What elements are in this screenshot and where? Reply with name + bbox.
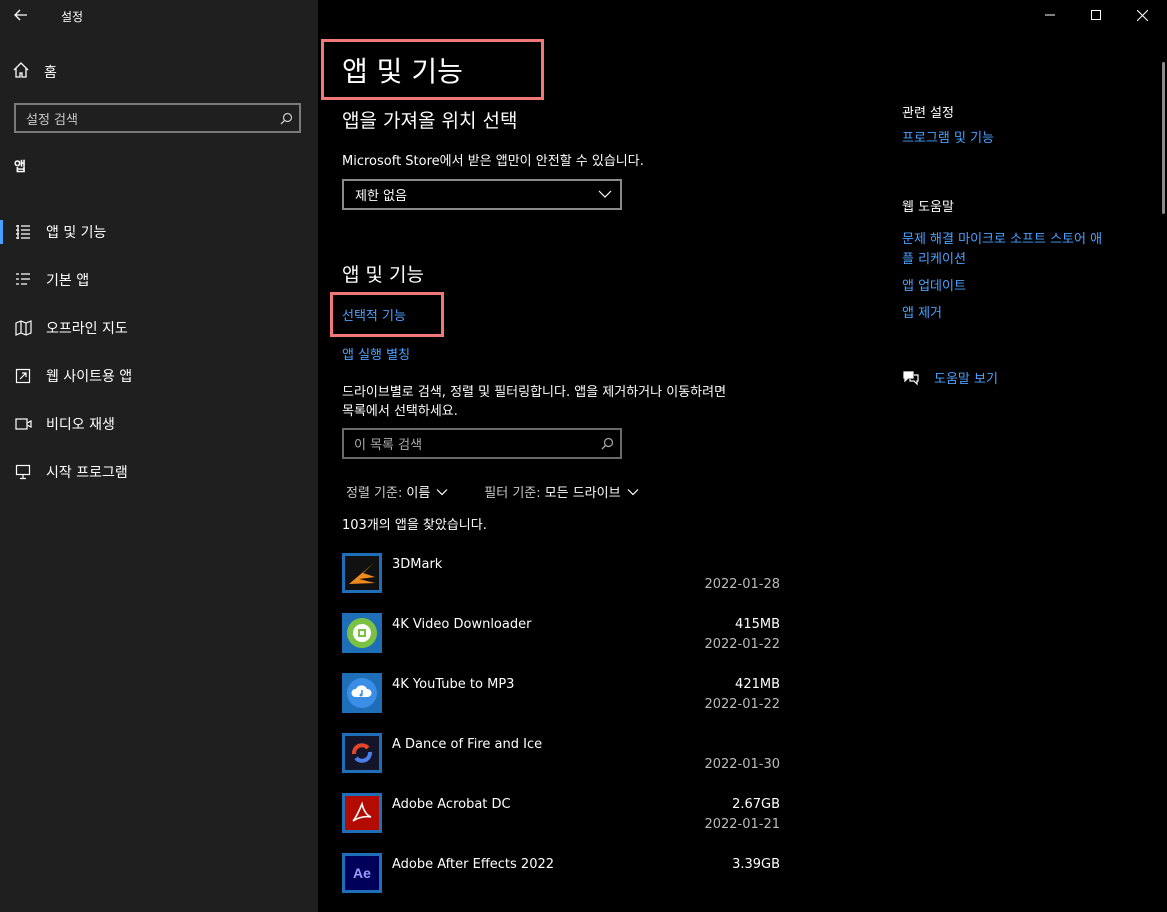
- app-date: 2022-01-28: [704, 577, 780, 592]
- web-help: 웹 도움말 문제 해결 마이크로 소프트 스토어 애 플 리케이션 앱 업데이트…: [902, 196, 1102, 324]
- sidebar-section-label: 앱: [14, 160, 26, 175]
- source-description: Microsoft Store에서 받은 앱만이 안전할 수 있습니다.: [342, 154, 644, 169]
- app-list-search-input[interactable]: 이 목록 검색: [342, 428, 622, 459]
- sidebar-item-video-playback[interactable]: 비디오 재생: [0, 400, 318, 448]
- sidebar-item-label: 기본 앱: [46, 273, 90, 289]
- sort-dropdown[interactable]: 정렬 기준: 이름: [346, 482, 448, 501]
- map-icon: [14, 319, 32, 337]
- app-source-dropdown[interactable]: 제한 없음: [342, 179, 622, 210]
- window-title: 설정: [61, 10, 84, 24]
- app-size: 421MB: [735, 677, 780, 692]
- sidebar: 설정 홈 설정 검색 앱 앱 및 기능 기본 앱 오프라인 지도 웹 사이트용 …: [0, 0, 318, 912]
- app-name: A Dance of Fire and Ice: [392, 737, 543, 752]
- chevron-down-icon: [598, 187, 612, 205]
- list-description: 드라이브별로 검색, 정렬 및 필터링합니다. 앱을 제거하거나 이동하려면 목…: [342, 383, 726, 421]
- list-item[interactable]: 3DMark 2022-01-28: [342, 553, 782, 613]
- app-size: 3.39GB: [732, 857, 780, 872]
- troubleshoot-link-line1: 문제 해결 마이크로 소프트 스토어 애: [902, 232, 1103, 247]
- dropdown-value: 제한 없음: [355, 189, 407, 204]
- sidebar-item-website-apps[interactable]: 웹 사이트용 앱: [0, 352, 318, 400]
- sort-value: 이름: [406, 486, 431, 501]
- search-icon[interactable]: [273, 112, 299, 125]
- video-icon: [14, 415, 32, 433]
- chevron-down-icon: [627, 488, 638, 495]
- svg-text:Ae: Ae: [353, 865, 371, 881]
- list-description-line2: 목록에서 선택하세요.: [342, 404, 458, 419]
- programs-features-link[interactable]: 프로그램 및 기능: [902, 129, 994, 149]
- list-description-line1: 드라이브별로 검색, 정렬 및 필터링합니다. 앱을 제거하거나 이동하려면: [342, 385, 727, 400]
- scrollbar[interactable]: [1162, 62, 1165, 214]
- app-name: 4K YouTube to MP3: [392, 677, 515, 692]
- source-heading: 앱을 가져올 위치 선택: [342, 110, 518, 132]
- sidebar-item-offline-maps[interactable]: 오프라인 지도: [0, 304, 318, 352]
- filter-key: 필터 기준:: [484, 486, 541, 501]
- list-item[interactable]: 4K Video Downloader 415MB 2022-01-22: [342, 613, 782, 673]
- app-date: 2022-01-22: [704, 637, 780, 652]
- troubleshoot-link-line2: 플 리케이션: [902, 252, 966, 267]
- settings-search-placeholder: 설정 검색: [26, 112, 78, 128]
- get-help-link[interactable]: 도움말 보기: [902, 369, 998, 391]
- app-list: 3DMark 2022-01-28 4K Video Downloader 41…: [342, 553, 782, 912]
- 4k-video-downloader-icon: [342, 613, 382, 653]
- website-apps-icon: [14, 367, 32, 385]
- get-help-label: 도움말 보기: [934, 372, 998, 387]
- troubleshoot-store-link[interactable]: 문제 해결 마이크로 소프트 스토어 애 플 리케이션: [902, 230, 1102, 270]
- app-name: Adobe Acrobat DC: [392, 797, 511, 812]
- sort-filter-row: 정렬 기준: 이름 필터 기준: 모든 드라이브: [346, 482, 675, 501]
- after-effects-icon: Ae: [342, 853, 382, 893]
- sidebar-item-default-apps[interactable]: 기본 앱: [0, 256, 318, 304]
- list-item[interactable]: 4K YouTube to MP3 421MB 2022-01-22: [342, 673, 782, 733]
- list-item[interactable]: Ae Adobe After Effects 2022 3.39GB: [342, 853, 782, 912]
- sidebar-item-startup[interactable]: 시작 프로그램: [0, 448, 318, 496]
- 4k-youtube-mp3-icon: [342, 673, 382, 713]
- app-date: 2022-01-22: [704, 697, 780, 712]
- found-count: 103개의 앱을 찾았습니다.: [342, 518, 487, 533]
- app-updates-link[interactable]: 앱 업데이트: [902, 277, 1102, 297]
- home-label: 홈: [44, 65, 57, 81]
- app-list-search-placeholder: 이 목록 검색: [354, 438, 423, 453]
- main-content: 앱 및 기능 앱을 가져올 위치 선택 Microsoft Store에서 받은…: [318, 0, 1167, 912]
- app-name: 4K Video Downloader: [392, 617, 532, 632]
- startup-icon: [14, 463, 32, 481]
- optional-features-link[interactable]: 선택적 기능: [342, 305, 406, 324]
- sort-key: 정렬 기준:: [346, 486, 403, 501]
- sidebar-item-label: 웹 사이트용 앱: [46, 369, 133, 385]
- app-name: 3DMark: [392, 557, 443, 572]
- sidebar-item-label: 오프라인 지도: [46, 321, 128, 337]
- related-settings-heading: 관련 설정: [902, 106, 954, 121]
- list-item[interactable]: Adobe Acrobat DC 2.67GB 2022-01-21: [342, 793, 782, 853]
- back-arrow-icon[interactable]: [10, 4, 32, 26]
- app-date: 2022-01-21: [704, 817, 780, 832]
- app-aliases-link[interactable]: 앱 실행 별칭: [342, 344, 410, 363]
- home-icon: [12, 61, 30, 83]
- apps-list-icon: [14, 223, 32, 241]
- acrobat-icon: [342, 793, 382, 833]
- search-icon[interactable]: [594, 437, 620, 450]
- sidebar-item-label: 시작 프로그램: [46, 465, 128, 481]
- settings-search-input[interactable]: 설정 검색: [14, 103, 301, 133]
- web-help-heading: 웹 도움말: [902, 200, 954, 215]
- page-title: 앱 및 기능: [342, 55, 463, 88]
- sidebar-item-label: 비디오 재생: [46, 417, 115, 433]
- sidebar-item-label: 앱 및 기능: [46, 225, 107, 241]
- app-date: 2022-01-30: [704, 757, 780, 772]
- filter-dropdown[interactable]: 필터 기준: 모든 드라이브: [484, 482, 638, 501]
- sidebar-nav: 앱 및 기능 기본 앱 오프라인 지도 웹 사이트용 앱 비디오 재생 시작 프…: [0, 208, 318, 496]
- filter-value: 모든 드라이브: [544, 486, 621, 501]
- 3dmark-icon: [342, 553, 382, 593]
- app-uninstall-link[interactable]: 앱 제거: [902, 304, 1102, 324]
- app-name: Adobe After Effects 2022: [392, 857, 555, 872]
- list-item[interactable]: A Dance of Fire and Ice 2022-01-30: [342, 733, 782, 793]
- default-apps-icon: [14, 271, 32, 289]
- sidebar-item-apps-features[interactable]: 앱 및 기능: [0, 208, 318, 256]
- related-settings: 관련 설정 프로그램 및 기능: [902, 102, 994, 149]
- home-nav-item[interactable]: 홈: [12, 60, 57, 84]
- chat-help-icon: [902, 369, 920, 391]
- app-size: 2.67GB: [732, 797, 780, 812]
- apps-heading: 앱 및 기능: [342, 264, 424, 286]
- app-size: 415MB: [735, 617, 780, 632]
- chevron-down-icon: [436, 488, 448, 495]
- dance-fire-ice-icon: [342, 733, 382, 773]
